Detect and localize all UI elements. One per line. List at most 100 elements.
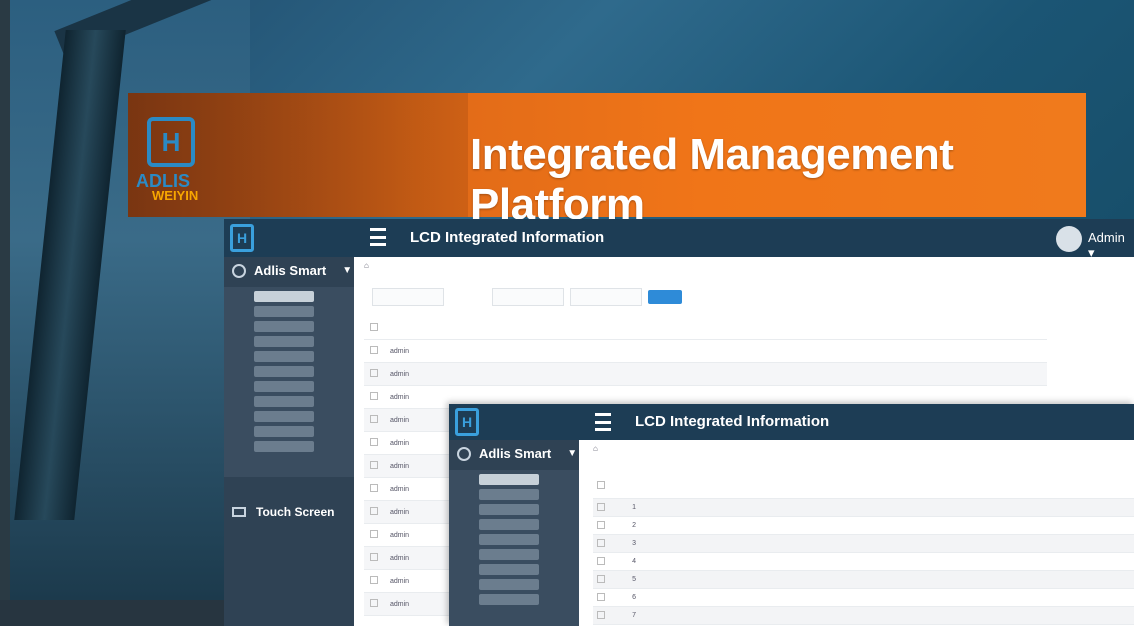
breadcrumb: ⌂ [364,261,369,270]
row-checkbox[interactable] [370,438,378,446]
cell-user: admin [384,569,416,593]
cell-number: 5 [609,570,660,589]
row-checkbox[interactable] [370,392,378,400]
menu-toggle-icon[interactable] [595,413,611,431]
sidebar-item[interactable] [254,351,314,362]
user-menu[interactable]: Admin ▾ [1088,230,1134,261]
cell-user: admin [384,408,416,432]
table-header-row [593,474,1134,499]
row-checkbox[interactable] [370,415,378,423]
row-checkbox[interactable] [370,576,378,584]
filter-bar [366,288,682,306]
row-checkbox[interactable] [370,346,378,354]
sidebar-item[interactable] [254,306,314,317]
chevron-down-icon: ▼ [567,448,578,459]
row-checkbox[interactable] [597,574,605,583]
zone-table: 1 2 3 4 5 6 7 [593,474,1134,625]
table-row[interactable]: 5 [593,570,1134,589]
table-row[interactable]: 3 [593,534,1134,553]
sidebar: Adlis Smart ▼ Touch Screen [224,257,354,626]
column-header [835,317,1048,340]
sidebar-item[interactable] [254,321,314,332]
sidebar-item[interactable] [479,534,539,545]
select-all-checkbox[interactable] [364,317,384,340]
row-checkbox[interactable] [597,592,605,601]
banner-title: Integrated Management Platform [470,130,954,229]
column-header [701,317,754,340]
cell-user: admin [384,454,416,478]
top-bar: H LCD Integrated Information Admin ▾ [224,219,1134,260]
table-row[interactable]: 2 [593,516,1134,535]
row-checkbox[interactable] [370,484,378,492]
row-checkbox[interactable] [370,599,378,607]
sidebar-group-adlis-smart[interactable]: Adlis Smart ▼ [457,446,577,461]
menu-toggle-icon[interactable] [370,228,386,246]
sidebar-item[interactable] [479,594,539,605]
date-filter-input[interactable] [570,288,642,306]
user-filter-input[interactable] [372,288,444,306]
sidebar: Adlis Smart ▼ [449,440,579,626]
sidebar-item[interactable] [254,336,314,347]
table-row[interactable]: 7 [593,606,1134,625]
row-checkbox[interactable] [597,556,605,565]
sidebar-item[interactable] [479,549,539,560]
sidebar-item[interactable] [254,411,314,422]
sidebar-item[interactable] [479,519,539,530]
sidebar-item[interactable] [254,426,314,437]
app-logo-icon[interactable]: H [455,408,479,436]
table-row[interactable]: 4 [593,552,1134,571]
sidebar-item[interactable] [479,474,539,485]
cell-user: admin [384,431,416,455]
column-header [499,317,702,340]
sidebar-item[interactable] [254,366,314,377]
cell-number: 6 [609,588,660,607]
sidebar-item[interactable] [479,489,539,500]
search-button[interactable] [648,290,682,304]
sidebar-item[interactable] [479,564,539,575]
row-checkbox[interactable] [370,461,378,469]
app-window-zones: H LCD Integrated Information Adlis Smart… [449,404,1134,626]
cell-user: admin [384,362,416,386]
sidebar-item[interactable] [254,291,314,302]
cell-user: admin [384,592,416,616]
sidebar-item[interactable] [479,504,539,515]
row-checkbox[interactable] [370,553,378,561]
sidebar-item[interactable] [479,579,539,590]
row-checkbox[interactable] [597,538,605,547]
select-all-checkbox[interactable] [593,474,609,499]
cell-user: admin [384,339,416,363]
sidebar-group-adlis-smart[interactable]: Adlis Smart ▼ [232,263,352,278]
logo-icon: H [147,117,195,167]
column-header [753,317,836,340]
screen-icon [232,507,246,517]
row-checkbox[interactable] [597,520,605,529]
table-header-row [364,317,1048,340]
chevron-down-icon: ▼ [342,265,353,276]
table-row[interactable]: admin [364,339,1048,363]
cell-number: 7 [609,606,660,625]
cell-user: admin [384,385,416,409]
sidebar-item[interactable] [254,396,314,407]
cell-number: 2 [609,516,660,535]
row-checkbox[interactable] [370,369,378,377]
table-row[interactable]: admin [364,362,1048,386]
operation-filter-input[interactable] [492,288,564,306]
avatar[interactable] [1056,226,1082,252]
table-row[interactable]: 1 [593,498,1134,517]
table-row[interactable]: 6 [593,588,1134,607]
row-checkbox[interactable] [597,502,605,511]
cell-number: 3 [609,534,660,553]
column-header [384,317,416,340]
row-checkbox[interactable] [370,507,378,515]
row-checkbox[interactable] [370,530,378,538]
row-checkbox[interactable] [597,610,605,619]
column-header [757,474,857,499]
app-title: LCD Integrated Information [635,413,830,430]
sidebar-item[interactable] [254,441,314,452]
column-header [954,474,1054,499]
sidebar-item-touch-screen[interactable]: Touch Screen [232,505,334,519]
sidebar-item[interactable] [254,381,314,392]
column-header [487,317,500,340]
app-logo-icon[interactable]: H [230,224,254,252]
cell-user: admin [384,500,416,524]
